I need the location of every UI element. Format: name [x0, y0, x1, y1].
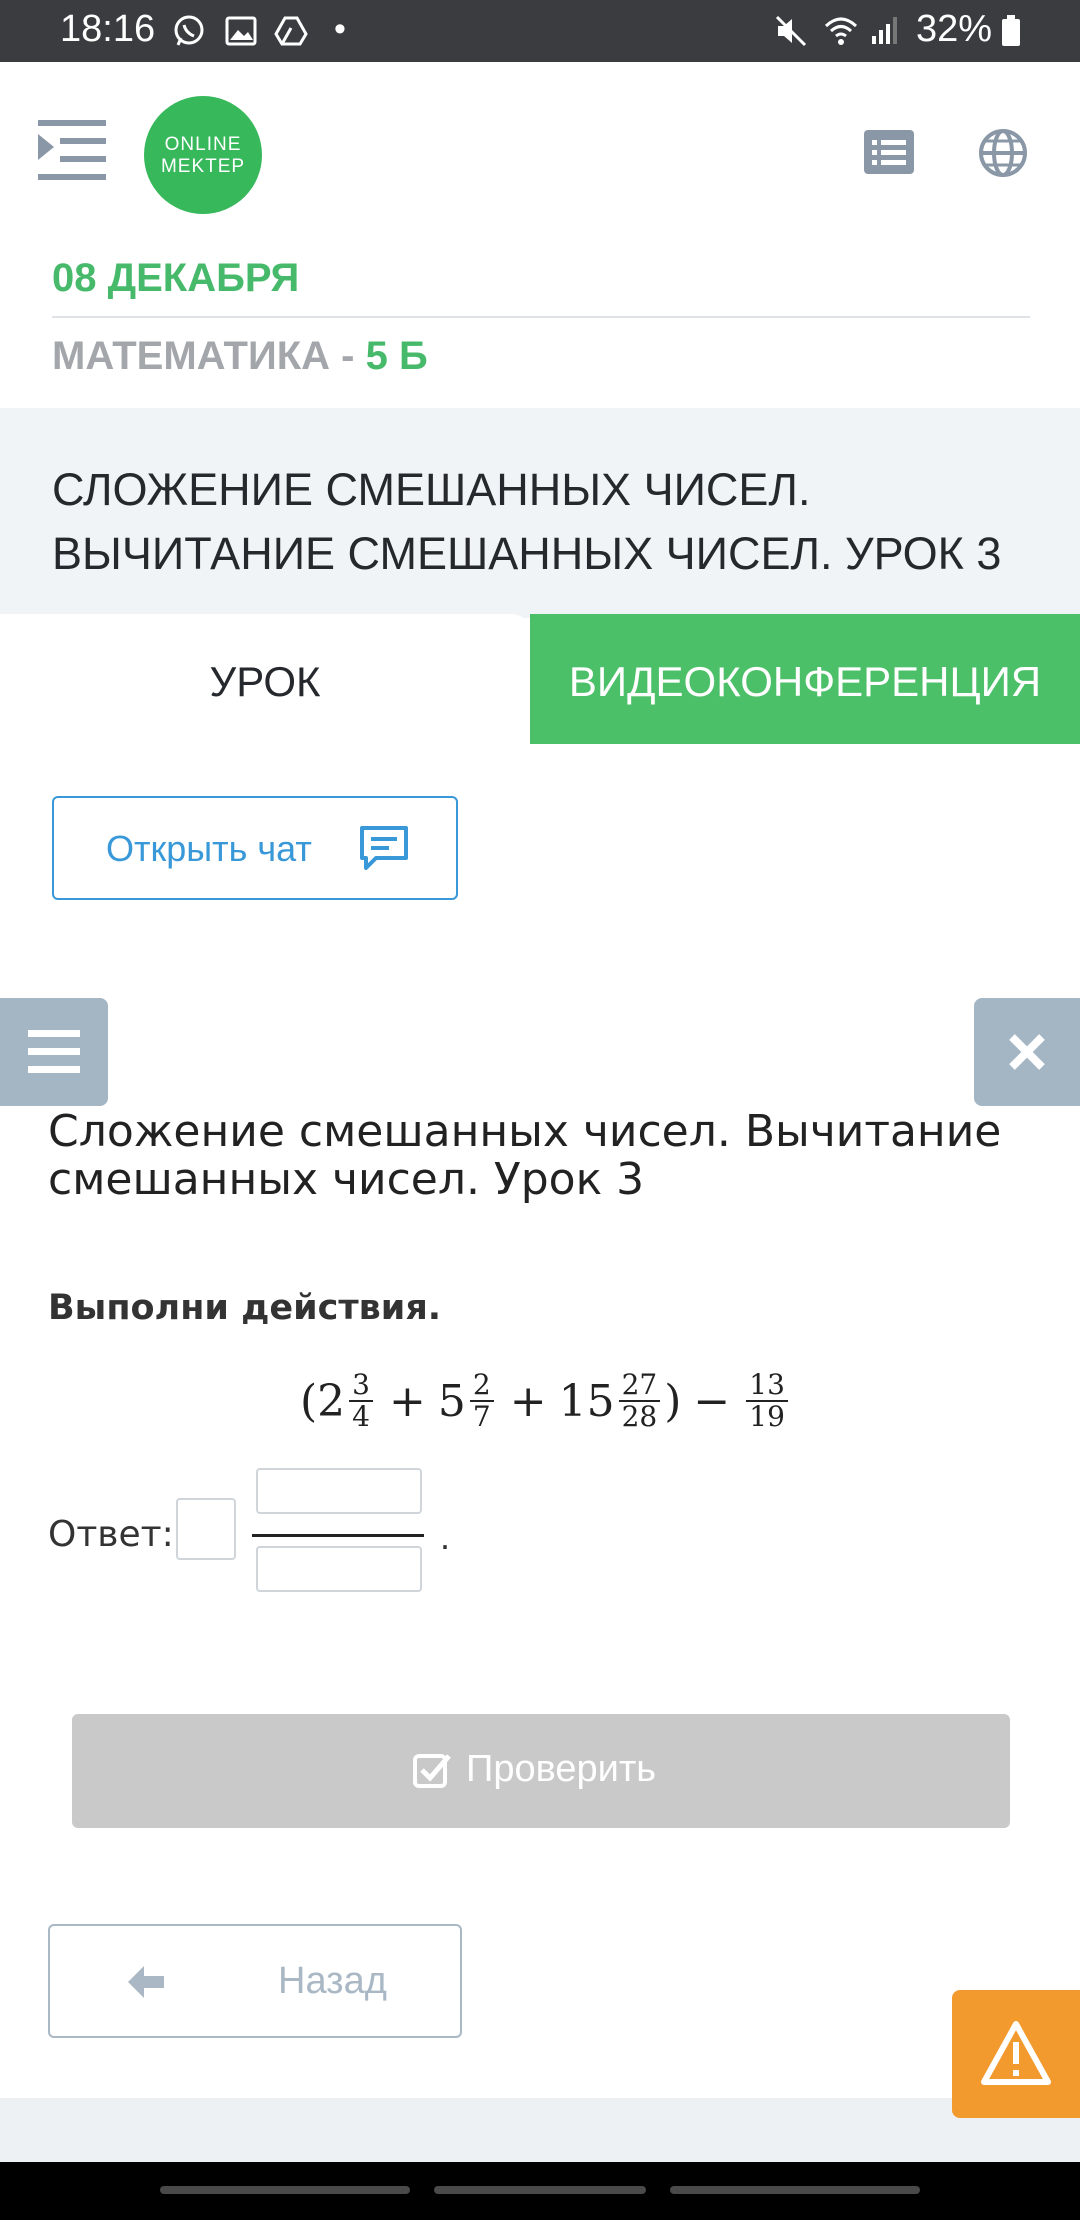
expr-term1-numerator: 3 [349, 1370, 373, 1402]
expr-term4-denominator: 19 [749, 1400, 785, 1433]
expr-term3-denominator: 28 [621, 1400, 658, 1433]
task-title: Сложение смешанных чисел. Вычитание смеш… [48, 1106, 1002, 1205]
logo-line1: ONLINE [164, 134, 242, 155]
status-bar: 18:16 • 32% [0, 0, 1080, 62]
task-close-button[interactable] [974, 998, 1080, 1106]
task-instruction: Выполни действия. [48, 1288, 442, 1328]
expr-term2-numerator: 2 [469, 1370, 494, 1402]
status-dot: • [334, 10, 346, 48]
answer-period: . [440, 1516, 451, 1557]
battery-icon [1002, 15, 1020, 46]
expr-term1-denominator: 4 [352, 1400, 370, 1433]
list-icon[interactable] [864, 130, 914, 174]
lesson-title-box: СЛОЖЕНИЕ СМЕШАННЫХ ЧИСЕЛ. ВЫЧИТАНИЕ СМЕШ… [0, 408, 1080, 618]
expr-term2-whole: 5 [437, 1375, 466, 1427]
math-expression: ( 2 3 4 + 5 2 7 + 15 27 28 ) − 13 19 [300, 1356, 792, 1446]
answer-label: Ответ: [48, 1514, 174, 1555]
subject-name: МАТЕМАТИКА - [52, 334, 366, 378]
expr-term4-numerator: 13 [746, 1370, 788, 1402]
sidebar-toggle-icon[interactable] [38, 120, 106, 180]
app-screen: ONLINE MEKTEP 08 ДЕКАБРЯ МАТЕМАТИКА - 5 … [0, 62, 1080, 2162]
expr-term1-whole: 2 [317, 1375, 346, 1427]
answer-denominator-input[interactable] [256, 1546, 422, 1592]
tab-lesson-label: УРОК [209, 658, 321, 705]
chat-icon [360, 826, 408, 870]
expr-plus-2: + [509, 1375, 547, 1427]
tab-lesson[interactable]: УРОК [0, 614, 530, 744]
close-icon [1009, 1034, 1045, 1070]
report-problem-button[interactable] [952, 1990, 1080, 2118]
nav-recent-handle[interactable] [160, 2186, 410, 2194]
footer-strip [0, 2098, 1080, 2162]
lesson-title: СЛОЖЕНИЕ СМЕШАННЫХ ЧИСЕЛ. ВЫЧИТАНИЕ СМЕШ… [52, 464, 1002, 579]
back-button[interactable]: Назад [48, 1924, 462, 2038]
wifi-icon [824, 17, 858, 45]
check-button[interactable]: Проверить [72, 1714, 1010, 1828]
system-navigation-bar [0, 2162, 1080, 2220]
tab-videoconference[interactable]: ВИДЕОКОНФЕРЕНЦИЯ [530, 614, 1080, 744]
expr-open-paren: ( [300, 1375, 318, 1427]
expr-minus: − [693, 1375, 731, 1427]
warning-icon [981, 2021, 1051, 2085]
nav-home-handle[interactable] [434, 2186, 646, 2194]
tab-videoconference-label: ВИДЕОКОНФЕРЕНЦИЯ [568, 658, 1042, 705]
subject-line: МАТЕМАТИКА - 5 Б [52, 334, 428, 379]
back-button-label: Назад [278, 1960, 387, 2002]
drive-icon [274, 16, 308, 46]
open-chat-label: Открыть чат [106, 828, 312, 869]
arrow-left-icon [128, 1966, 164, 1998]
signal-icon [872, 17, 897, 44]
checkbox-check-icon [413, 1754, 451, 1788]
expr-term2-fraction: 2 7 [469, 1370, 494, 1433]
lesson-date: 08 ДЕКАБРЯ [52, 256, 300, 300]
answer-whole-input[interactable] [176, 1498, 236, 1560]
status-time: 18:16 [60, 8, 156, 50]
app-header: ONLINE MEKTEP 08 ДЕКАБРЯ МАТЕМАТИКА - 5 … [0, 62, 1080, 408]
expr-term1-fraction: 3 4 [349, 1370, 373, 1432]
answer-numerator-input[interactable] [256, 1468, 422, 1514]
answer-fraction-bar [252, 1534, 424, 1537]
check-button-label: Проверить [466, 1748, 657, 1790]
globe-icon[interactable] [978, 128, 1028, 178]
class-grade: 5 Б [365, 334, 428, 378]
header-divider [52, 316, 1030, 318]
expr-term3-numerator: 27 [618, 1370, 661, 1402]
hamburger-icon [28, 1030, 80, 1073]
expr-term3-whole: 15 [558, 1375, 615, 1427]
expr-term4-fraction: 13 19 [746, 1370, 788, 1432]
online-mektep-logo[interactable]: ONLINE MEKTEP [144, 96, 262, 214]
task-menu-button[interactable] [0, 998, 108, 1106]
expr-term2-denominator: 7 [472, 1400, 491, 1433]
expr-term3-fraction: 27 28 [618, 1370, 661, 1433]
expr-close-paren: ) [664, 1375, 682, 1427]
logo-line2: MEKTEP [160, 156, 246, 177]
mute-icon [775, 15, 807, 47]
whatsapp-icon [174, 15, 204, 46]
nav-back-handle[interactable] [670, 2186, 920, 2194]
expr-plus-1: + [389, 1375, 426, 1427]
gallery-icon [225, 16, 257, 46]
open-chat-button[interactable]: Открыть чат [52, 796, 458, 900]
battery-percent: 32% [916, 8, 993, 50]
